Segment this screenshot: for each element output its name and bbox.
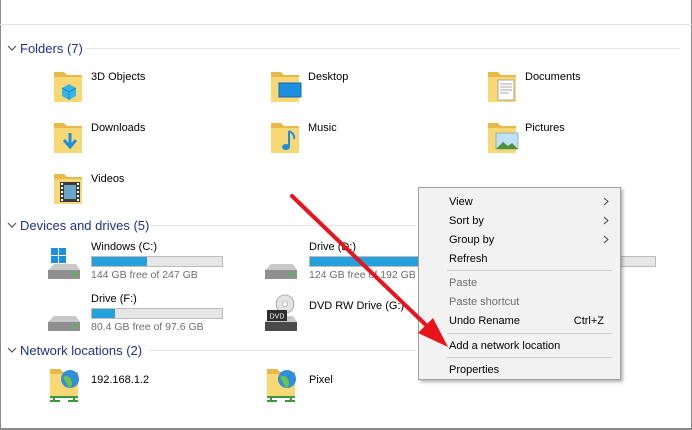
drive-name: Windows (C:) [91, 241, 158, 253]
music-folder-icon [271, 123, 299, 153]
drive-usage-fill [92, 257, 147, 266]
folder-name: Music [308, 122, 337, 134]
drive-usage-bar [91, 308, 223, 319]
menu-item-label: Properties [449, 363, 500, 376]
folder-name: Pictures [525, 122, 565, 134]
folder-name: Documents [525, 71, 581, 83]
dvd-drive-icon: DVD [265, 294, 297, 331]
videos-folder-icon [54, 174, 82, 204]
chevron-right-icon [603, 235, 609, 244]
chevron-right-icon [603, 197, 609, 206]
drive-item-f[interactable]: Drive (F:) 80.4 GB free of 97.6 GB [46, 292, 226, 340]
folder-name: Desktop [308, 71, 349, 83]
menu-item-properties[interactable]: Properties [421, 360, 618, 379]
menu-separator [447, 357, 612, 358]
hard-drive-icon [265, 264, 297, 279]
network-location-name: 192.168.1.2 [91, 374, 150, 386]
menu-item-add-network-location[interactable]: Add a network location [421, 336, 618, 355]
hard-drive-icon [48, 316, 80, 331]
group-rule-folders [85, 40, 685, 56]
drive-name: Drive (D:) [309, 241, 357, 253]
chevron-down-icon[interactable] [6, 219, 18, 231]
folder-item-documents[interactable]: Documents [484, 66, 664, 114]
group-header-devices[interactable]: Devices and drives (5) [6, 217, 149, 233]
folder-name: 3D Objects [91, 71, 146, 83]
3d-objects-folder-icon [54, 72, 82, 102]
drive-usage-fill [92, 309, 116, 318]
network-location-name: Pixel [309, 374, 333, 386]
menu-item-label: Add a network location [449, 339, 561, 352]
menu-item-undo-rename[interactable]: Undo Rename Ctrl+Z [421, 311, 618, 330]
dvd-logo-text: DVD [270, 314, 285, 321]
folder-item-downloads[interactable]: Downloads [50, 117, 230, 165]
menu-separator [447, 270, 612, 271]
group-rule-devices [150, 217, 420, 233]
folder-item-3d-objects[interactable]: 3D Objects [50, 66, 230, 114]
windows-drive-icon [48, 248, 80, 279]
network-item-pixel[interactable]: Pixel [263, 365, 443, 413]
menu-item-refresh[interactable]: Refresh [421, 249, 618, 268]
group-rule-network [148, 342, 420, 358]
desktop-folder-icon [271, 72, 302, 102]
context-menu: View Sort by Group by Refresh Paste Past… [418, 187, 621, 380]
menu-item-label: Paste [449, 276, 478, 289]
menu-separator [447, 333, 612, 334]
chevron-right-icon [603, 216, 609, 225]
group-title-folders: Folders (7) [20, 40, 83, 56]
folder-item-videos[interactable]: Videos [50, 168, 230, 216]
menu-item-label: View [449, 195, 473, 208]
drive-free-space: 144 GB free of 247 GB [91, 269, 198, 281]
drive-item-g[interactable]: DVD DVD RW Drive (G:) [263, 292, 413, 340]
menu-item-paste-shortcut[interactable]: Paste shortcut [421, 292, 618, 311]
drive-free-space: 80.4 GB free of 97.6 GB [91, 321, 204, 333]
menu-item-paste[interactable]: Paste [421, 273, 618, 292]
drive-item-c[interactable]: Windows (C:) 144 GB free of 247 GB [46, 240, 226, 288]
group-header-network[interactable]: Network locations (2) [6, 342, 142, 358]
chevron-down-icon[interactable] [6, 344, 18, 356]
folder-name: Downloads [91, 122, 146, 134]
menu-item-group-by[interactable]: Group by [421, 230, 618, 249]
menu-item-label: Undo Rename [449, 314, 520, 327]
folder-item-desktop[interactable]: Desktop [267, 66, 447, 114]
pictures-folder-icon [488, 123, 519, 153]
drive-free-space: 124 GB free of 192 GB [309, 269, 416, 281]
downloads-folder-icon [54, 123, 82, 153]
drive-name: DVD RW Drive (G:) [309, 300, 405, 312]
documents-folder-icon [488, 72, 516, 102]
drive-usage-bar [91, 256, 223, 267]
menu-item-label: Group by [449, 233, 495, 246]
group-title-network: Network locations (2) [20, 342, 143, 358]
network-folder-icon [50, 369, 79, 402]
menu-item-label: Refresh [449, 252, 488, 265]
drive-name: Drive (F:) [91, 293, 137, 305]
folder-name: Videos [91, 173, 125, 185]
group-header-folders[interactable]: Folders (7) [6, 40, 83, 56]
network-item-192-168-1-2[interactable]: 192.168.1.2 [46, 365, 226, 413]
menu-item-view[interactable]: View [421, 192, 618, 211]
menu-item-label: Paste shortcut [449, 295, 520, 308]
group-title-devices: Devices and drives (5) [20, 217, 150, 233]
network-folder-icon [267, 369, 296, 402]
menu-item-label: Sort by [449, 214, 484, 227]
folder-item-music[interactable]: Music [267, 117, 447, 165]
drive-usage-fill [310, 257, 431, 266]
toolbar-divider [0, 24, 692, 25]
folder-item-pictures[interactable]: Pictures [484, 117, 664, 165]
chevron-down-icon[interactable] [6, 42, 18, 54]
menu-item-sort-by[interactable]: Sort by [421, 211, 618, 230]
menu-item-shortcut: Ctrl+Z [573, 314, 604, 327]
